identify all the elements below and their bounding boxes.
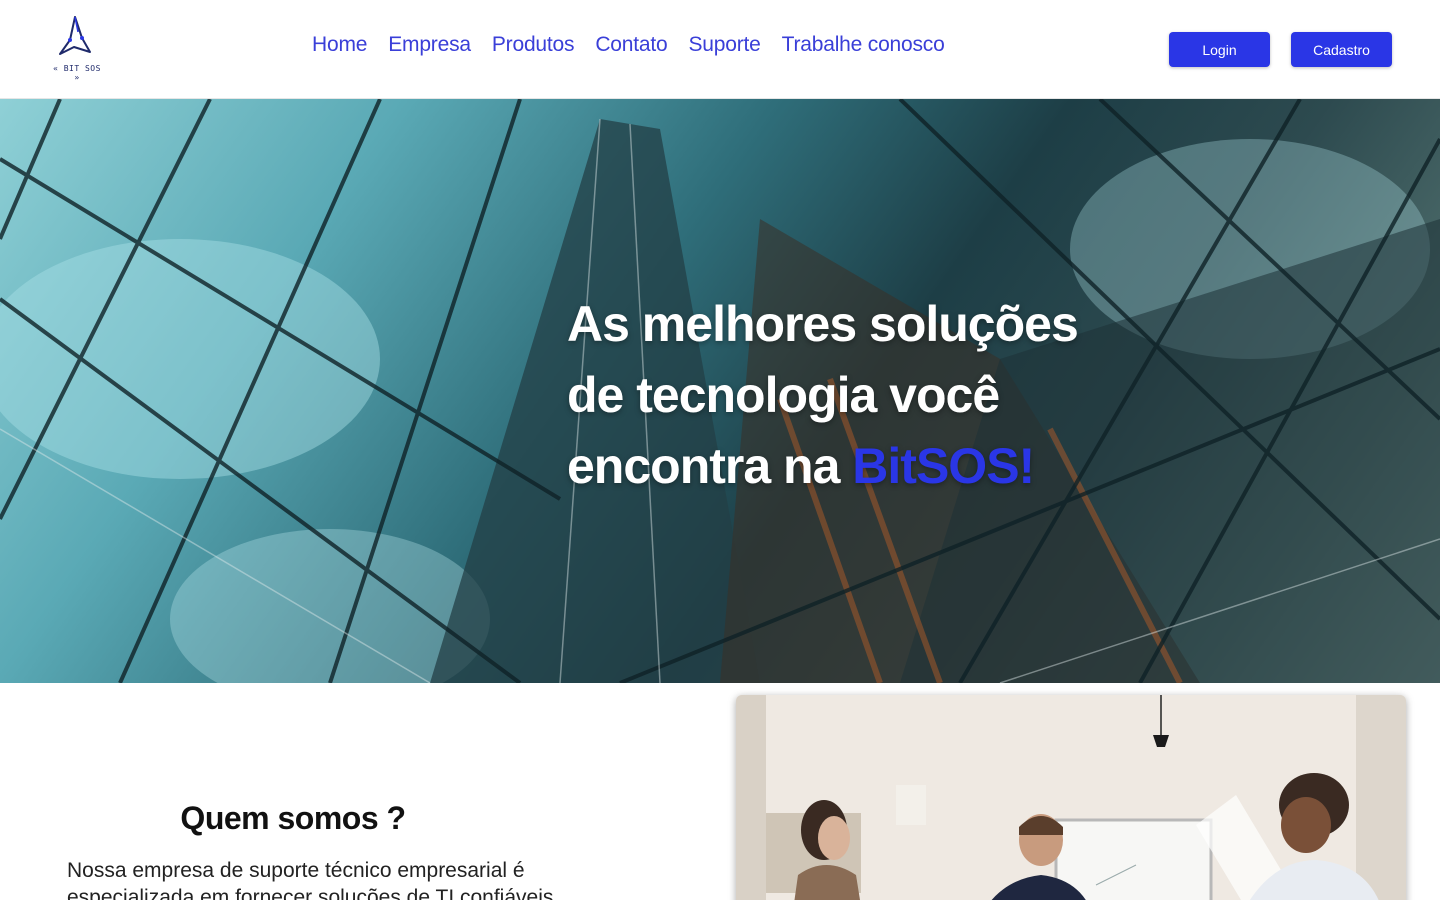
nav-contato[interactable]: Contato [595,33,667,57]
cadastro-button[interactable]: Cadastro [1291,32,1392,67]
main-nav: Home Empresa Produtos Contato Suporte Tr… [312,33,945,57]
logo-text: « BIT SOS » [53,64,101,82]
site-header: « BIT SOS » Home Empresa Produtos Contat… [0,0,1440,99]
about-title: Quem somos ? [180,800,406,836]
logo-icon [59,16,91,55]
nav-empresa[interactable]: Empresa [388,33,471,57]
team-photo [736,695,1406,900]
nav-suporte[interactable]: Suporte [688,33,760,57]
hero-banner: As melhores soluções de tecnologia você … [0,99,1440,683]
hero-brand: BitSOS! [852,438,1035,494]
nav-produtos[interactable]: Produtos [492,33,575,57]
hero-line-1: As melhores soluções [567,296,1079,352]
login-button[interactable]: Login [1169,32,1270,67]
nav-trabalhe-conosco[interactable]: Trabalhe conosco [782,33,945,57]
about-text: Nossa empresa de suporte técnico empresa… [67,859,554,900]
about-image [736,695,1406,900]
hero-line-3: encontra na [567,438,853,494]
nav-home[interactable]: Home [312,33,367,57]
hero-title: As melhores soluções de tecnologia você … [567,289,1127,502]
hero-line-2: de tecnologia você [567,367,1000,423]
logo[interactable]: « BIT SOS » [48,14,106,82]
